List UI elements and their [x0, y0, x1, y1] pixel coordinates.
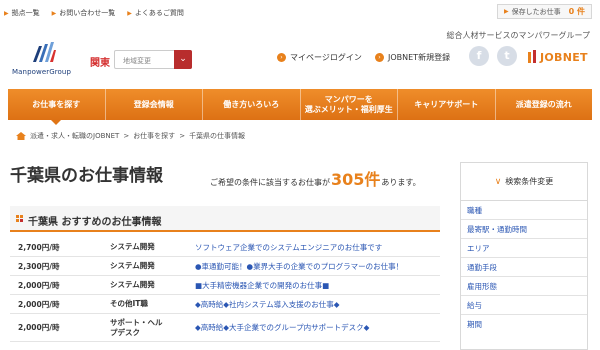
search-conditions-panel: ∨ 検索条件変更 職種 最寄駅・通勤時間 エリア 通勤手段 雇用形態 給与 期間: [460, 162, 588, 350]
job-row: 2,000円/時 システム開発 ■大手精密機器企業での開発のお仕事■: [10, 276, 440, 295]
jobnet-logo[interactable]: JOBNET: [527, 50, 588, 64]
chevron-right-icon: ▶: [4, 9, 9, 17]
job-category: その他IT職: [110, 299, 148, 308]
job-row: 2,300円/時 システム開発 ●車通勤可能！●業界大手の企業でのプログラマーの…: [10, 257, 440, 276]
page-title: 千葉県のお仕事情報: [10, 166, 163, 186]
job-title-link[interactable]: ●車通勤可能！●業界大手の企業でのプログラマーのお仕事！: [195, 261, 440, 272]
recommended-job-list: 2,700円/時 システム開発 ソフトウェア企業でのシステムエンジニアのお仕事で…: [10, 238, 440, 342]
result-count: 305件: [331, 170, 381, 189]
breadcrumb-home-link[interactable]: 派遣・求人・転職のJOBNET: [30, 131, 119, 141]
top-link-faq[interactable]: ▶ よくあるご質問: [127, 8, 184, 18]
arrow-circle-icon: ›: [277, 53, 286, 62]
top-link-label: 拠点一覧: [11, 9, 40, 17]
breadcrumb-find-jobs-link[interactable]: お仕事を探す: [133, 131, 175, 141]
top-link-label: よくあるご質問: [134, 9, 184, 17]
manpower-logo-icon: [33, 42, 56, 62]
nav-label: お仕事を探す: [32, 99, 81, 109]
home-icon: [16, 132, 26, 140]
job-wage: 2,300円/時: [18, 261, 60, 271]
filter-salary[interactable]: 給与: [461, 296, 587, 315]
facebook-icon[interactable]: f: [469, 46, 489, 66]
breadcrumb: 派遣・求人・転職のJOBNET > お仕事を探す > 千葉県の仕事情報: [16, 131, 245, 141]
breadcrumb-separator: >: [179, 132, 186, 140]
nav-career-support[interactable]: キャリアサポート: [398, 89, 496, 120]
nav-registration-events[interactable]: 登録会情報: [106, 89, 203, 120]
result-summary: ご希望の条件に該当するお仕事が 305件 あります。: [210, 166, 421, 190]
filter-job-type[interactable]: 職種: [461, 201, 587, 220]
top-link-label: お問い合わせ一覧: [59, 9, 116, 17]
result-prefix: ご希望の条件に該当するお仕事が: [210, 178, 330, 187]
nav-benefits[interactable]: マンパワーを 選ぶメリット・福利厚生: [301, 89, 398, 120]
nav-label: 派遣登録の流れ: [515, 99, 572, 109]
arrow-circle-icon: ›: [375, 53, 384, 62]
job-row: 2,000円/時 サポート・ヘル プデスク ◆高時給◆大手企業でのグループ内サポ…: [10, 314, 440, 342]
jobnet-register-link[interactable]: › JOBNET新規登録: [375, 52, 450, 63]
chevron-down-icon: ∨: [494, 176, 502, 187]
current-region: 関東: [90, 58, 110, 69]
twitter-icon[interactable]: t: [497, 46, 517, 66]
job-row: 2,000円/時 その他IT職 ◆高時給◆社内システム導入支援のお仕事◆: [10, 295, 440, 314]
breadcrumb-separator: >: [123, 132, 130, 140]
main-nav: お仕事を探す 登録会情報 働き方いろいろ マンパワーを 選ぶメリット・福利厚生 …: [8, 89, 593, 125]
manpowergroup-logo[interactable]: ManpowerGroup: [12, 42, 74, 82]
result-suffix: あります。: [381, 178, 421, 187]
region-select-placeholder: 地域変更: [123, 57, 151, 65]
job-wage: 2,000円/時: [18, 299, 60, 309]
recommended-title: 千葉県 おすすめのお仕事情報: [28, 217, 162, 228]
recommended-header: 千葉県 おすすめのお仕事情報: [10, 206, 440, 232]
top-link-contact[interactable]: ▶ お問い合わせ一覧: [52, 8, 116, 18]
job-category: システム開発: [110, 261, 155, 270]
job-category: システム開発: [110, 280, 155, 289]
saved-jobs-button[interactable]: ▶ 保存したお仕事 0 件: [497, 4, 592, 19]
filter-employment-type[interactable]: 雇用形態: [461, 277, 587, 296]
top-link-locations[interactable]: ▶ 拠点一覧: [4, 8, 40, 18]
saved-jobs-label: 保存したお仕事: [511, 7, 561, 16]
mypage-login-label: マイページログイン: [290, 53, 362, 62]
nav-registration-flow[interactable]: 派遣登録の流れ: [496, 89, 593, 120]
region-select[interactable]: 地域変更 ⌄: [114, 50, 192, 69]
grid-icon: [16, 215, 23, 222]
breadcrumb-current: 千葉県の仕事情報: [189, 132, 246, 140]
side-panel-heading: 検索条件変更: [505, 177, 554, 186]
utility-bar: ▶ 拠点一覧 ▶ お問い合わせ一覧 ▶ よくあるご質問 ▶ 保存したお仕事 0 …: [0, 0, 600, 24]
logo-wordmark: ManpowerGroup: [12, 68, 72, 76]
change-search-conditions-button[interactable]: ∨ 検索条件変更: [461, 163, 587, 201]
job-row: 2,700円/時 システム開発 ソフトウェア企業でのシステムエンジニアのお仕事で…: [10, 238, 440, 257]
job-title-link[interactable]: ■大手精密機器企業での開発のお仕事■: [195, 280, 440, 291]
utility-links: ▶ 拠点一覧 ▶ お問い合わせ一覧 ▶ よくあるご質問: [4, 8, 184, 18]
job-title-link[interactable]: ソフトウェア企業でのシステムエンジニアのお仕事です: [195, 242, 440, 253]
filter-commute-method[interactable]: 通勤手段: [461, 258, 587, 277]
filter-period[interactable]: 期間: [461, 315, 587, 334]
job-wage: 2,000円/時: [18, 323, 60, 332]
nav-label: キャリアサポート: [414, 99, 479, 109]
job-category: システム開発: [110, 242, 155, 251]
mypage-login-link[interactable]: › マイページログイン: [277, 52, 362, 63]
chevron-right-icon: ▶: [51, 9, 57, 17]
jobnet-wordmark: JOBNET: [540, 50, 588, 64]
chevron-right-icon: ▶: [504, 8, 509, 15]
nav-label: 働き方いろいろ: [223, 99, 280, 109]
jobnet-mark-icon: [528, 50, 536, 63]
job-wage: 2,700円/時: [18, 242, 60, 252]
job-wage: 2,000円/時: [18, 280, 60, 290]
filter-area[interactable]: エリア: [461, 239, 587, 258]
job-title-link[interactable]: ◆高時給◆大手企業でのグループ内サポートデスク◆: [195, 322, 440, 333]
chevron-down-icon[interactable]: ⌄: [174, 50, 192, 69]
job-category: サポート・ヘル プデスク: [110, 317, 163, 337]
company-tagline: 総合人材サービスのマンパワーグループ: [446, 31, 590, 40]
nav-find-jobs[interactable]: お仕事を探す: [8, 89, 106, 125]
job-title-link[interactable]: ◆高時給◆社内システム導入支援のお仕事◆: [195, 299, 440, 310]
filter-station-commute[interactable]: 最寄駅・通勤時間: [461, 220, 587, 239]
saved-jobs-count: 0 件: [568, 7, 585, 16]
jobnet-register-label: JOBNET新規登録: [388, 53, 451, 62]
nav-label: マンパワーを 選ぶメリット・福利厚生: [304, 94, 393, 114]
chevron-right-icon: ▶: [127, 9, 132, 17]
nav-label: 登録会情報: [133, 99, 174, 109]
nav-work-styles[interactable]: 働き方いろいろ: [203, 89, 301, 120]
